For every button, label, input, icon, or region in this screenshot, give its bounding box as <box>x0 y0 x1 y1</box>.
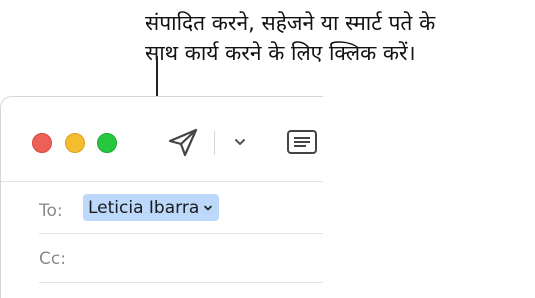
token-chevron-down-icon[interactable] <box>203 203 213 213</box>
toolbar-separator <box>214 131 215 155</box>
callout-text: संपादित करने, सहेजने या स्मार्ट पते के स… <box>145 11 436 65</box>
minimize-button[interactable] <box>65 133 85 153</box>
compose-window: To: Leticia Ibarra Cc: <box>0 96 323 298</box>
field-divider <box>39 233 323 234</box>
screenshot-stage: संपादित करने, सहेजने या स्मार्ट पते के स… <box>0 0 535 298</box>
to-label: To: <box>39 201 63 221</box>
chevron-down-icon[interactable] <box>233 135 247 149</box>
close-button[interactable] <box>32 133 52 153</box>
recipient-name: Leticia Ibarra <box>88 197 200 218</box>
field-divider <box>39 282 323 283</box>
header-fields-icon[interactable] <box>286 129 318 155</box>
zoom-button[interactable] <box>97 133 117 153</box>
cc-label: Cc: <box>39 249 66 269</box>
recipient-token[interactable]: Leticia Ibarra <box>83 194 220 221</box>
cc-field[interactable]: Cc: <box>39 241 323 281</box>
toolbar <box>1 97 323 182</box>
paper-plane-icon[interactable] <box>166 127 200 157</box>
